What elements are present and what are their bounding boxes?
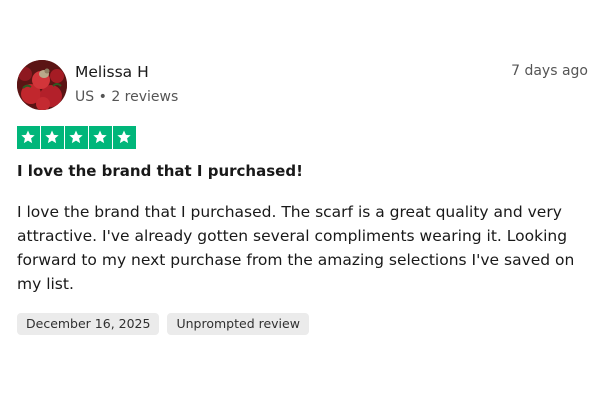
reviewer-meta: US • 2 reviews <box>75 89 178 105</box>
reviewer-review-count: 2 reviews <box>111 89 179 105</box>
star-icon <box>41 126 64 149</box>
star-icon <box>17 126 40 149</box>
review-relative-date: 7 days ago <box>511 63 588 79</box>
unprompted-review-tag[interactable]: Unprompted review <box>167 313 309 335</box>
avatar-image <box>17 60 67 110</box>
reviewer-name[interactable]: Melissa H <box>75 63 149 81</box>
star-icon <box>113 126 136 149</box>
star-rating <box>17 126 136 149</box>
avatar[interactable] <box>17 60 67 110</box>
review-body: I love the brand that I purchased. The s… <box>17 203 575 293</box>
experience-date-tag: December 16, 2025 <box>17 313 160 335</box>
review-card: Melissa H US • 2 reviews 7 days ago I lo… <box>0 0 600 400</box>
star-icon <box>89 126 112 149</box>
star-icon <box>65 126 88 149</box>
review-title: I love the brand that I purchased! <box>17 162 303 180</box>
meta-separator: • <box>98 89 107 105</box>
review-tags: December 16, 2025 Unprompted review <box>17 313 309 335</box>
reviewer-country: US <box>75 89 95 105</box>
